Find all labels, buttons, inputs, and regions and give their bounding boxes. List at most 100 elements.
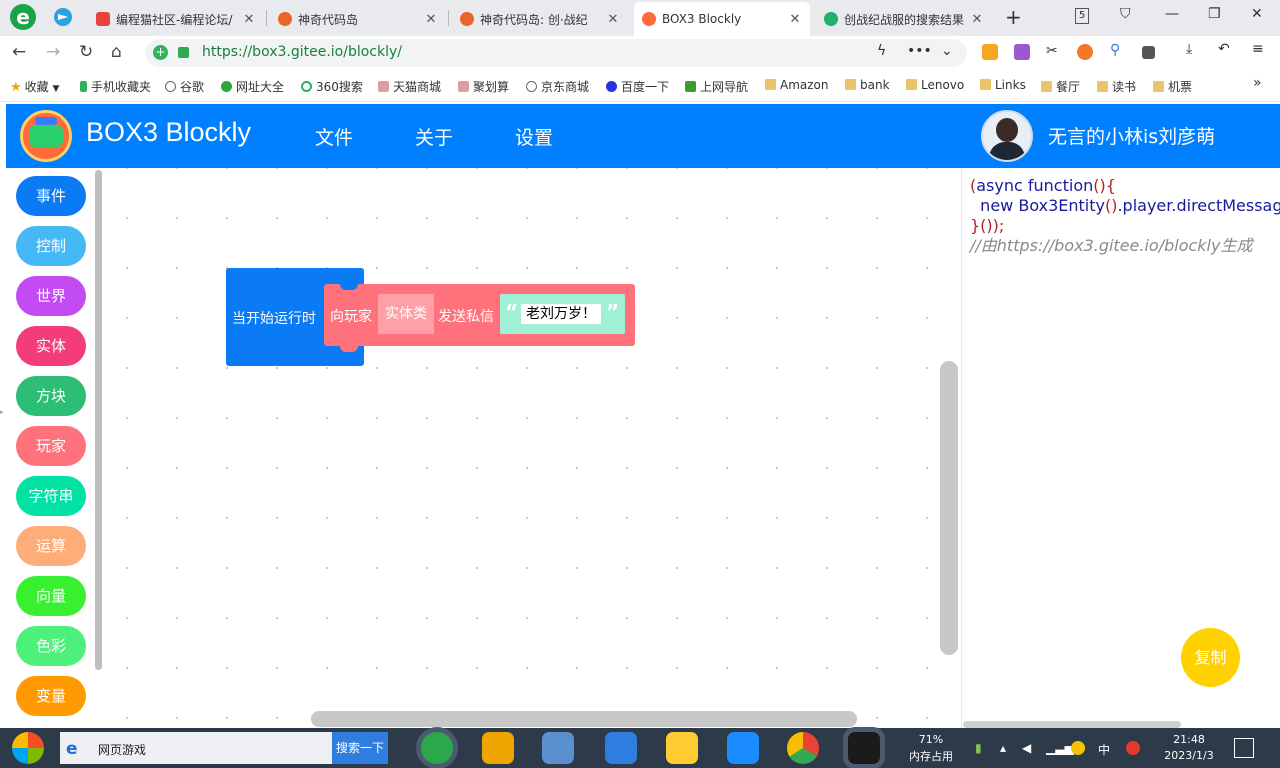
workspace-horizontal-scrollbar[interactable] (311, 711, 857, 727)
bookmark-juhuasuan[interactable]: 聚划算 (458, 78, 509, 95)
copy-button[interactable]: 复制 (1181, 628, 1240, 687)
toolbox-scrollbar[interactable] (95, 170, 102, 670)
tab-code-island-tron[interactable]: 神奇代码岛: 创·战纪 ✕ (452, 2, 628, 36)
chevron-down-icon[interactable]: ⌄ (941, 43, 953, 59)
remote-app-icon[interactable] (542, 732, 574, 764)
bookmark-restaurant[interactable]: 餐厅 (1041, 78, 1080, 95)
bookmark-lenovo[interactable]: Lenovo (906, 78, 964, 92)
close-icon[interactable]: ✕ (424, 12, 438, 27)
category-color[interactable]: 色彩 (16, 626, 86, 666)
window-close-icon[interactable]: ✕ (1251, 6, 1263, 22)
close-icon[interactable]: ✕ (242, 12, 256, 27)
cloud-app-icon[interactable] (727, 732, 759, 764)
bookmark-baidu[interactable]: 百度一下 (606, 78, 669, 95)
category-player[interactable]: 玩家 (16, 426, 86, 466)
avatar[interactable] (981, 110, 1033, 162)
reload-icon[interactable]: ↻ (79, 42, 93, 62)
undo-icon[interactable]: ↶ (1218, 41, 1230, 57)
game-helper-icon[interactable] (1071, 741, 1085, 755)
bookmark-hao123[interactable]: 上网导航 (685, 78, 748, 95)
menu-settings[interactable]: 设置 (515, 123, 553, 150)
bookmark-site-directory[interactable]: 网址大全 (221, 78, 284, 95)
url-input[interactable]: https://box3.gitee.io/blockly/ (202, 44, 402, 60)
start-icon[interactable] (12, 732, 44, 764)
memory-usage[interactable]: 71% 内存占用 (904, 731, 958, 765)
telegram-icon[interactable] (54, 8, 72, 26)
tab-count-icon[interactable]: 5 (1075, 8, 1089, 24)
send-direct-message-block[interactable]: 向玩家 实体类 发送私信 “ 老刘万岁！ ” (324, 284, 635, 352)
tab-box3-blockly[interactable]: BOX3 Blockly ✕ (634, 2, 810, 36)
bookmark-links[interactable]: Links (980, 78, 1026, 92)
volume-icon[interactable]: ◀ (1022, 741, 1031, 755)
bookmark-google[interactable]: 谷歌 (165, 78, 204, 95)
bookmark-360[interactable]: 360搜索 (301, 78, 363, 95)
category-blocks[interactable]: 方块 (16, 376, 86, 416)
bookmark-jd[interactable]: 京东商城 (526, 78, 589, 95)
sogou-icon[interactable] (1126, 741, 1140, 755)
category-variables[interactable]: 变量 (16, 676, 86, 716)
category-world[interactable]: 世界 (16, 276, 86, 316)
lightning-icon[interactable]: ϟ (877, 43, 886, 59)
message-text-field[interactable]: 老刘万岁！ (521, 304, 601, 324)
apps-grid-icon[interactable] (1142, 46, 1155, 59)
tab-bcm-forum[interactable]: 编程猫社区-编程论坛/ ✕ (88, 2, 264, 36)
translate-icon[interactable] (1014, 44, 1030, 60)
restore-icon[interactable]: ❐ (1208, 6, 1221, 22)
download-icon[interactable]: ⤓ (1186, 41, 1192, 57)
bookmark-amazon[interactable]: Amazon (765, 78, 829, 92)
menu-file[interactable]: 文件 (315, 123, 353, 150)
bookmark-tmall[interactable]: 天猫商城 (378, 78, 441, 95)
chat-app-icon[interactable] (605, 732, 637, 764)
bookmark-flights[interactable]: 机票 (1153, 78, 1192, 95)
code-horizontal-scrollbar[interactable] (963, 721, 1181, 728)
username[interactable]: 无言的小林is刘彦萌 (1048, 122, 1215, 149)
bookmarks-more-button[interactable]: » (1253, 75, 1262, 91)
game-icon[interactable] (1077, 44, 1093, 60)
forward-icon[interactable]: → (46, 42, 60, 62)
taskbar-search-button[interactable]: 搜索一下 (332, 732, 388, 764)
shield-extension-icon[interactable] (982, 44, 998, 60)
blockly-workspace[interactable]: 当开始运行时 向玩家 实体类 发送私信 “ 老刘万岁！ ” (102, 168, 960, 728)
close-icon[interactable]: ✕ (788, 12, 802, 27)
new-tab-button[interactable]: + (1005, 5, 1022, 29)
network-icon[interactable]: ▁▃▅ (1046, 741, 1074, 755)
taskbar-search-input[interactable]: e 网页游戏 (60, 732, 332, 764)
game-app-icon[interactable] (848, 732, 880, 764)
bookmark-favorites[interactable]: ★ 收藏 ▼ (10, 78, 59, 95)
notification-icon[interactable] (1234, 738, 1254, 758)
shield-icon[interactable]: + (153, 45, 168, 60)
menu-about[interactable]: 关于 (415, 123, 453, 150)
notes-app-icon[interactable] (482, 732, 514, 764)
collapse-arrow-icon[interactable]: ▸ (0, 408, 4, 416)
minimize-icon[interactable]: — (1165, 6, 1179, 22)
bookmark-mobile[interactable]: 手机收藏夹 (80, 78, 151, 95)
code-view[interactable]: (async function(){ new Box3Entity().play… (970, 176, 1280, 256)
bookmark-reading[interactable]: 读书 (1097, 78, 1136, 95)
more-icon[interactable]: ••• (907, 43, 932, 59)
python-app-icon[interactable] (666, 732, 698, 764)
back-icon[interactable]: ← (12, 42, 26, 62)
category-math[interactable]: 运算 (16, 526, 86, 566)
lock-icon[interactable] (178, 47, 189, 58)
category-entity[interactable]: 实体 (16, 326, 86, 366)
text-block[interactable]: “ 老刘万岁！ ” (500, 294, 625, 334)
browser-app-icon[interactable] (421, 732, 453, 764)
chrome-icon[interactable] (787, 732, 819, 764)
tray-expand-icon[interactable]: ▴ (1000, 741, 1006, 755)
shirt-icon[interactable]: ⛉ (1120, 6, 1131, 22)
ime-indicator[interactable]: 中 (1098, 741, 1110, 758)
address-bar[interactable]: + https://box3.gitee.io/blockly/ ϟ ••• ⌄ (145, 39, 967, 67)
scissors-icon[interactable]: ✂ (1046, 43, 1058, 59)
category-events[interactable]: 事件 (16, 176, 86, 216)
entity-input-slot[interactable]: 实体类 (378, 294, 434, 334)
clock[interactable]: 21:48 2023/1/3 (1160, 732, 1218, 764)
category-string[interactable]: 字符串 (16, 476, 86, 516)
tab-code-island[interactable]: 神奇代码岛 ✕ (270, 2, 446, 36)
close-icon[interactable]: ✕ (970, 12, 984, 27)
browser-logo-icon[interactable]: e (10, 4, 36, 30)
battery-icon[interactable]: ▮ (975, 741, 982, 755)
search-icon[interactable]: ⚲ (1110, 42, 1120, 58)
home-icon[interactable]: ⌂ (111, 42, 122, 62)
category-vector[interactable]: 向量 (16, 576, 86, 616)
workspace-vertical-scrollbar[interactable] (940, 361, 958, 655)
